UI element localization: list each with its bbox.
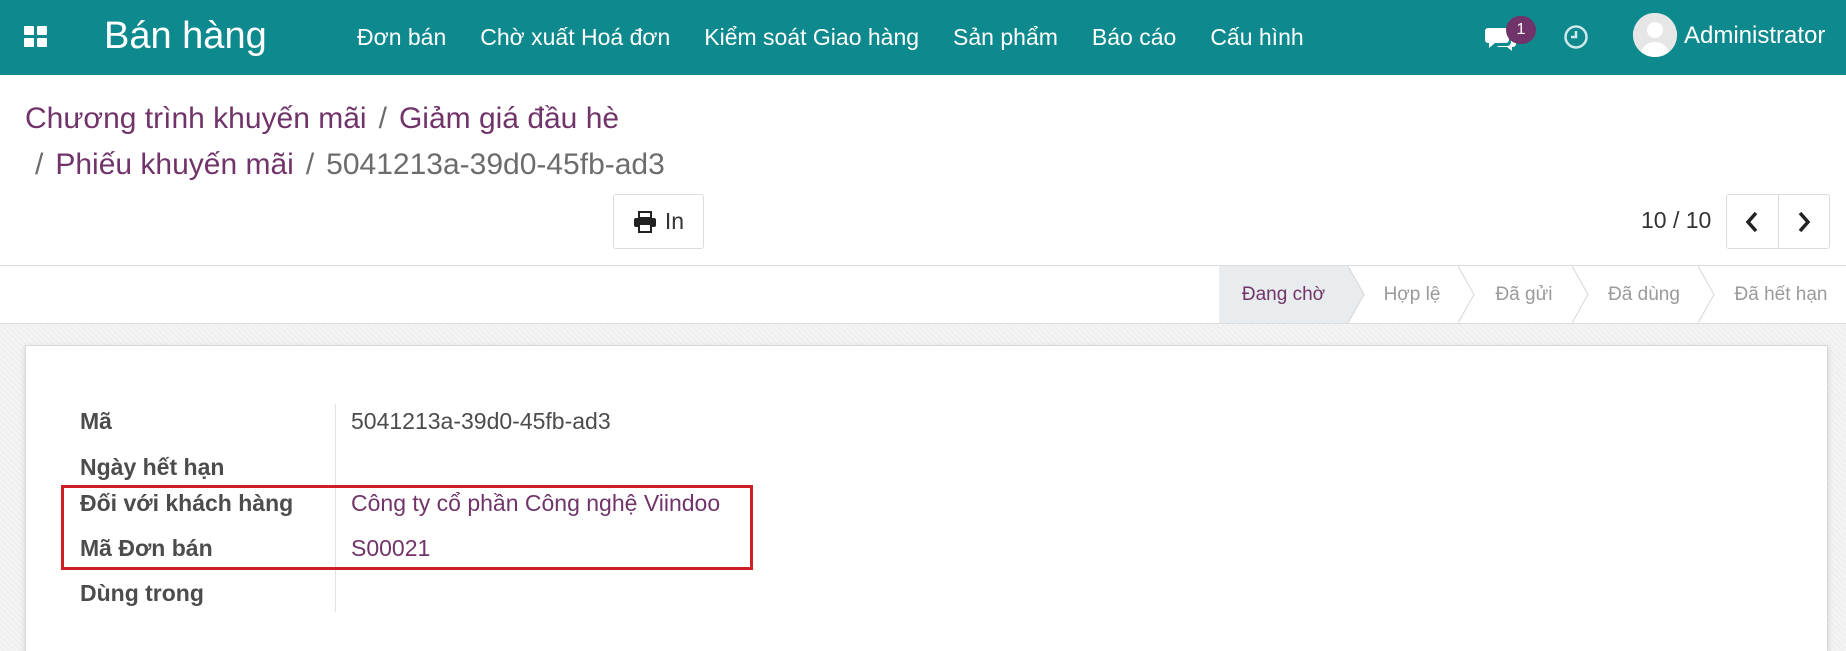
chevron-right-icon [1798, 211, 1811, 232]
chevron-left-icon [1745, 211, 1758, 232]
menu-item-orders[interactable]: Đơn bán [340, 24, 463, 51]
breadcrumb-separator: / [378, 102, 387, 135]
field-value-code: 5041213a-39d0-45fb-ad3 [351, 408, 611, 434]
stage-arrow [1572, 266, 1589, 323]
pager-previous-button[interactable] [1727, 195, 1778, 248]
breadcrumb-coupons[interactable]: Phiếu khuyến mãi [55, 148, 293, 181]
menu-item-to-invoice[interactable]: Chờ xuất Hoá đơn [463, 24, 687, 51]
stage-arrow [1458, 266, 1475, 323]
page: Bán hàng Đơn bán Chờ xuất Hoá đơn Kiểm s… [0, 0, 1846, 651]
breadcrumb-promotion-programs[interactable]: Chương trình khuyến mãi [25, 102, 367, 135]
user-avatar[interactable] [1633, 13, 1677, 57]
print-button-label: In [664, 208, 685, 234]
print-button[interactable]: In [613, 194, 704, 249]
stage-sent[interactable]: Đã gửi [1476, 266, 1572, 323]
menu-item-delivery-control[interactable]: Kiểm soát Giao hàng [687, 24, 936, 51]
breadcrumb-summer-discount[interactable]: Giảm giá đầu hè [399, 102, 619, 135]
field-label-expiration-date: Ngày hết hạn [80, 454, 225, 480]
breadcrumb-separator: / [35, 148, 44, 181]
field-label-code: Mã [80, 408, 112, 434]
stage-pending[interactable]: Đang chờ [1219, 266, 1348, 323]
stage-expired[interactable]: Đã hết hạn [1716, 266, 1846, 323]
apps-grid-icon[interactable] [24, 26, 48, 48]
pager-next-button[interactable] [1777, 195, 1830, 248]
stage-arrow [1698, 266, 1715, 323]
status-bar: Đang chờ Hợp lệ Đã gửi Đã dùng Đã hết hạ… [0, 265, 1846, 324]
top-navbar: Bán hàng Đơn bán Chờ xuất Hoá đơn Kiểm s… [0, 0, 1846, 75]
stage-valid[interactable]: Hợp lệ [1366, 266, 1458, 323]
main-menu: Đơn bán Chờ xuất Hoá đơn Kiểm soát Giao … [340, 0, 1321, 75]
printer-icon [633, 210, 656, 233]
app-name[interactable]: Bán hàng [104, 12, 267, 60]
menu-item-reporting[interactable]: Báo cáo [1075, 24, 1193, 51]
breadcrumb: Chương trình khuyến mãi / Giảm giá đầu hè … [25, 96, 725, 188]
pager-value[interactable]: 10 / 10 [1641, 207, 1711, 234]
chat-badge: 1 [1506, 16, 1536, 44]
pager-buttons [1726, 194, 1830, 249]
highlight-box [61, 485, 753, 570]
clock-icon[interactable] [1563, 24, 1589, 50]
user-name[interactable]: Administrator [1684, 22, 1825, 50]
field-label-used-in: Dùng trong [80, 580, 204, 606]
breadcrumb-separator: / [305, 148, 315, 181]
menu-item-configuration[interactable]: Cấu hình [1193, 24, 1320, 51]
stage-used[interactable]: Đã dùng [1590, 266, 1698, 323]
breadcrumb-current: 5041213a-39d0-45fb-ad3 [326, 148, 665, 181]
stage-arrow [1348, 266, 1365, 323]
menu-item-products[interactable]: Sản phẩm [936, 24, 1075, 51]
